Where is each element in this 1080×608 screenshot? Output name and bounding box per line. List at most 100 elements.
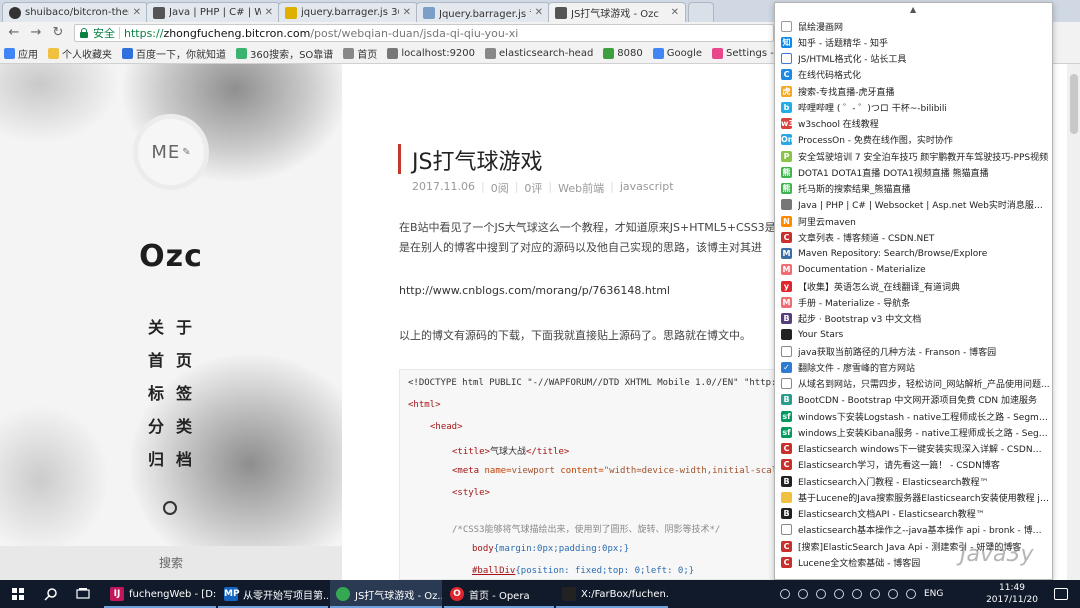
close-icon[interactable]: ✕ (535, 7, 543, 18)
bookmark-item[interactable]: localhost:9200 (387, 48, 475, 59)
taskbar-app[interactable]: MP 从零开始写项目第... (218, 580, 328, 608)
taskbar-app[interactable]: X:/FarBox/fuchen... (556, 580, 668, 608)
bookmark-menu-item[interactable]: y 【收集】英语怎么说_在线翻译_有道词典 (775, 278, 1052, 294)
bookmark-item[interactable]: 个人收藏夹 (48, 46, 112, 61)
new-tab-button[interactable] (688, 2, 714, 22)
bookmark-menu-item[interactable]: sf windows上安装Kibana服务 - native工程师成长之路 - S… (775, 424, 1052, 440)
nav-char[interactable]: 归 (148, 450, 164, 470)
scroll-up-arrow-icon[interactable]: ▲ (910, 5, 916, 14)
bookmark-menu-item[interactable]: P 安全驾驶培训 7 安全泊车技巧 颜宇鹏教开车驾驶技巧-PPS视频 (775, 148, 1052, 164)
nav-char[interactable]: 类 (176, 417, 192, 437)
bookmark-menu-item[interactable]: C 文章列表 - 博客频道 - CSDN.NET (775, 229, 1052, 245)
bookmark-menu-item[interactable]: b 哔哩哔哩 ( ゜- ゜)つロ 干杯~-bilibili (775, 99, 1052, 115)
nav-char[interactable]: 标 (148, 384, 164, 404)
wifi-icon[interactable] (870, 589, 880, 599)
clock[interactable]: 11:49 2017/11/20 (982, 582, 1042, 606)
input-method-icon[interactable] (906, 589, 916, 599)
bookmark-menu-item[interactable]: B Elasticsearch文档API - Elasticsearch教程™ (775, 506, 1052, 522)
bookmark-menu-item[interactable]: 熊托马斯的搜索结果_熊猫直播 (775, 181, 1052, 197)
nav-char[interactable]: 首 (148, 351, 164, 371)
bookmark-menu-item[interactable]: C 在线代码格式化 (775, 67, 1052, 83)
bookmark-item[interactable]: 应用 (4, 46, 38, 61)
bookmark-menu-item[interactable]: 鼠绘漫画网 (775, 18, 1052, 34)
bookmark-menu-item[interactable]: JS/HTML格式化 - 站长工具 (775, 51, 1052, 67)
scrollbar-thumb[interactable] (1070, 74, 1078, 134)
nav-char[interactable]: 关 (148, 318, 164, 338)
bookmark-menu-item[interactable]: B Elasticsearch入门教程 - Elasticsearch教程™ (775, 473, 1052, 489)
taskbar-app[interactable]: JS打气球游戏 - Oz... (330, 580, 442, 608)
nav-char[interactable]: 分 (148, 417, 164, 437)
tab-bitcron-theme[interactable]: shuibaco/bitcron-them ✕ (2, 2, 148, 22)
bookmark-menu-item[interactable]: sf windows下安装Logstash - native工程师成长之路 - S… (775, 408, 1052, 424)
taskbar-app[interactable]: O 首页 - Opera (444, 580, 554, 608)
search-icon[interactable] (44, 587, 58, 601)
page-scrollbar[interactable] (1067, 64, 1080, 580)
nav-char[interactable]: 签 (176, 384, 192, 404)
close-icon[interactable]: ✕ (671, 7, 679, 18)
bookmark-menu-item[interactable]: elasticsearch基本操作之--java基本操作 api - bronk… (775, 522, 1052, 538)
bookmark-menu-item[interactable]: M Documentation - Materialize (775, 262, 1052, 278)
back-arrow-icon[interactable]: ← (6, 25, 22, 41)
bookmark-menu-item[interactable]: M Maven Repository: Search/Browse/Explore (775, 246, 1052, 262)
notification-icon[interactable] (1054, 588, 1068, 600)
bookmark-item[interactable]: Google (652, 48, 702, 59)
battery-icon[interactable] (888, 589, 898, 599)
bookmark-item[interactable]: 百度一下，你就知道 (122, 46, 226, 61)
site-name[interactable]: Ozc (0, 239, 342, 274)
post-category[interactable]: Web前端 (558, 180, 604, 196)
bootstrap-icon: B (781, 313, 792, 325)
bookmark-menu-item[interactable]: java获取当前路径的几种方法 - Franson - 博客园 (775, 343, 1052, 359)
wechat-icon[interactable] (834, 589, 844, 599)
nav-char[interactable]: 于 (176, 318, 192, 338)
bookmark-menu-item[interactable]: w3 w3school 在线教程 (775, 116, 1052, 132)
bookmark-item[interactable]: elasticsearch-head (485, 48, 593, 59)
bookmark-menu-item[interactable]: 知知乎 - 话题精华 - 知乎 (775, 34, 1052, 50)
omnibox[interactable]: 安全 https://zhongfucheng.bitcron.com/post… (74, 24, 774, 42)
bookmark-overflow-menu: ▲ 鼠绘漫画网知知乎 - 话题精华 - 知乎 JS/HTML格式化 - 站长工具 C… (774, 2, 1053, 580)
language-indicator[interactable]: ENG (924, 589, 943, 599)
bookmark-item[interactable]: 首页 (343, 46, 377, 61)
sidebar-search[interactable]: 搜索 (0, 546, 342, 580)
tab-barrager-360[interactable]: jquery.barrager.js 360 ✕ (278, 2, 418, 22)
nav-char[interactable]: 页 (176, 351, 192, 371)
bookmark-menu-item[interactable]: 基于Lucene的Java搜索服务器Elasticsearch安装使用教程 ja… (775, 489, 1052, 505)
bookmark-menu-item[interactable]: B 起步 · Bootstrap v3 中文文档 (775, 311, 1052, 327)
bookmark-menu-item[interactable]: M 手册 - Materialize - 导航条 (775, 294, 1052, 310)
bookmark-menu-item[interactable]: C Elasticsearch windows下一键安装实现深入详解 - CSDN… (775, 441, 1052, 457)
bluetooth-icon[interactable] (780, 589, 790, 599)
reload-icon[interactable]: ↻ (50, 25, 66, 41)
close-icon[interactable]: ✕ (265, 7, 273, 18)
bookmark-menu-item[interactable]: 熊 DOTA1 DOTA1直播 DOTA1视频直播 熊猫直播 (775, 164, 1052, 180)
forward-arrow-icon[interactable]: → (28, 25, 44, 41)
bookmark-label: localhost:9200 (401, 48, 476, 59)
taskbar-app-label: X:/FarBox/fuchen... (581, 588, 668, 600)
bookmark-menu-item[interactable]: C Elasticsearch学习，请先看这一篇！ - CSDN博客 (775, 457, 1052, 473)
bookmark-menu-label: 鼠绘漫画网 (798, 22, 844, 33)
bookmark-menu-item[interactable]: Your Stars (775, 327, 1052, 343)
task-view-icon[interactable] (76, 587, 90, 601)
bookmark-menu-item[interactable]: On ProcessOn - 免费在线作图，实时协作 (775, 132, 1052, 148)
tab-goeasy[interactable]: Java | PHP | C# | Web ✕ (146, 2, 280, 22)
avatar[interactable]: ME ✎ (133, 114, 209, 190)
close-icon[interactable]: ✕ (403, 7, 411, 18)
close-icon[interactable]: ✕ (133, 7, 141, 18)
volume-icon[interactable] (852, 589, 862, 599)
post-tag[interactable]: javascript (620, 180, 674, 196)
bookmark-menu-item[interactable]: 从域名到网站，只需四步，轻松访问_网站解析_产品使用问题... (775, 376, 1052, 392)
github-icon[interactable] (163, 501, 177, 515)
taskbar-app[interactable]: IJ fuchengWeb - [D:... (104, 580, 216, 608)
source-link[interactable]: http://www.cnblogs.com/morang/p/7636148.… (399, 281, 670, 301)
bookmark-item[interactable]: 8080 (603, 48, 643, 59)
nav-char[interactable]: 档 (176, 450, 192, 470)
tab-current-post[interactable]: JS打气球游戏 - Ozc ✕ (548, 2, 686, 22)
network-icon[interactable] (798, 589, 808, 599)
cloud-icon[interactable] (816, 589, 826, 599)
bookmark-item[interactable]: 360搜索，SO靠谱 (236, 46, 333, 61)
windows-start-icon[interactable] (12, 588, 24, 600)
bookmark-menu-item[interactable]: N 阿里云maven (775, 213, 1052, 229)
tab-barrager-pro[interactable]: Jquery.barrager.js 专业 ✕ (416, 2, 550, 22)
bookmark-menu-item[interactable]: B BootCDN - Bootstrap 中文网开源项目免费 CDN 加速服务 (775, 392, 1052, 408)
bookmark-menu-item[interactable]: Java | PHP | C# | Websocket | Asp.net We… (775, 197, 1052, 213)
bookmark-menu-item[interactable]: 虎搜索-专找直播-虎牙直播 (775, 83, 1052, 99)
bookmark-menu-item[interactable]: ✓ 翻除文件 - 廖雪峰的官方网站 (775, 359, 1052, 375)
